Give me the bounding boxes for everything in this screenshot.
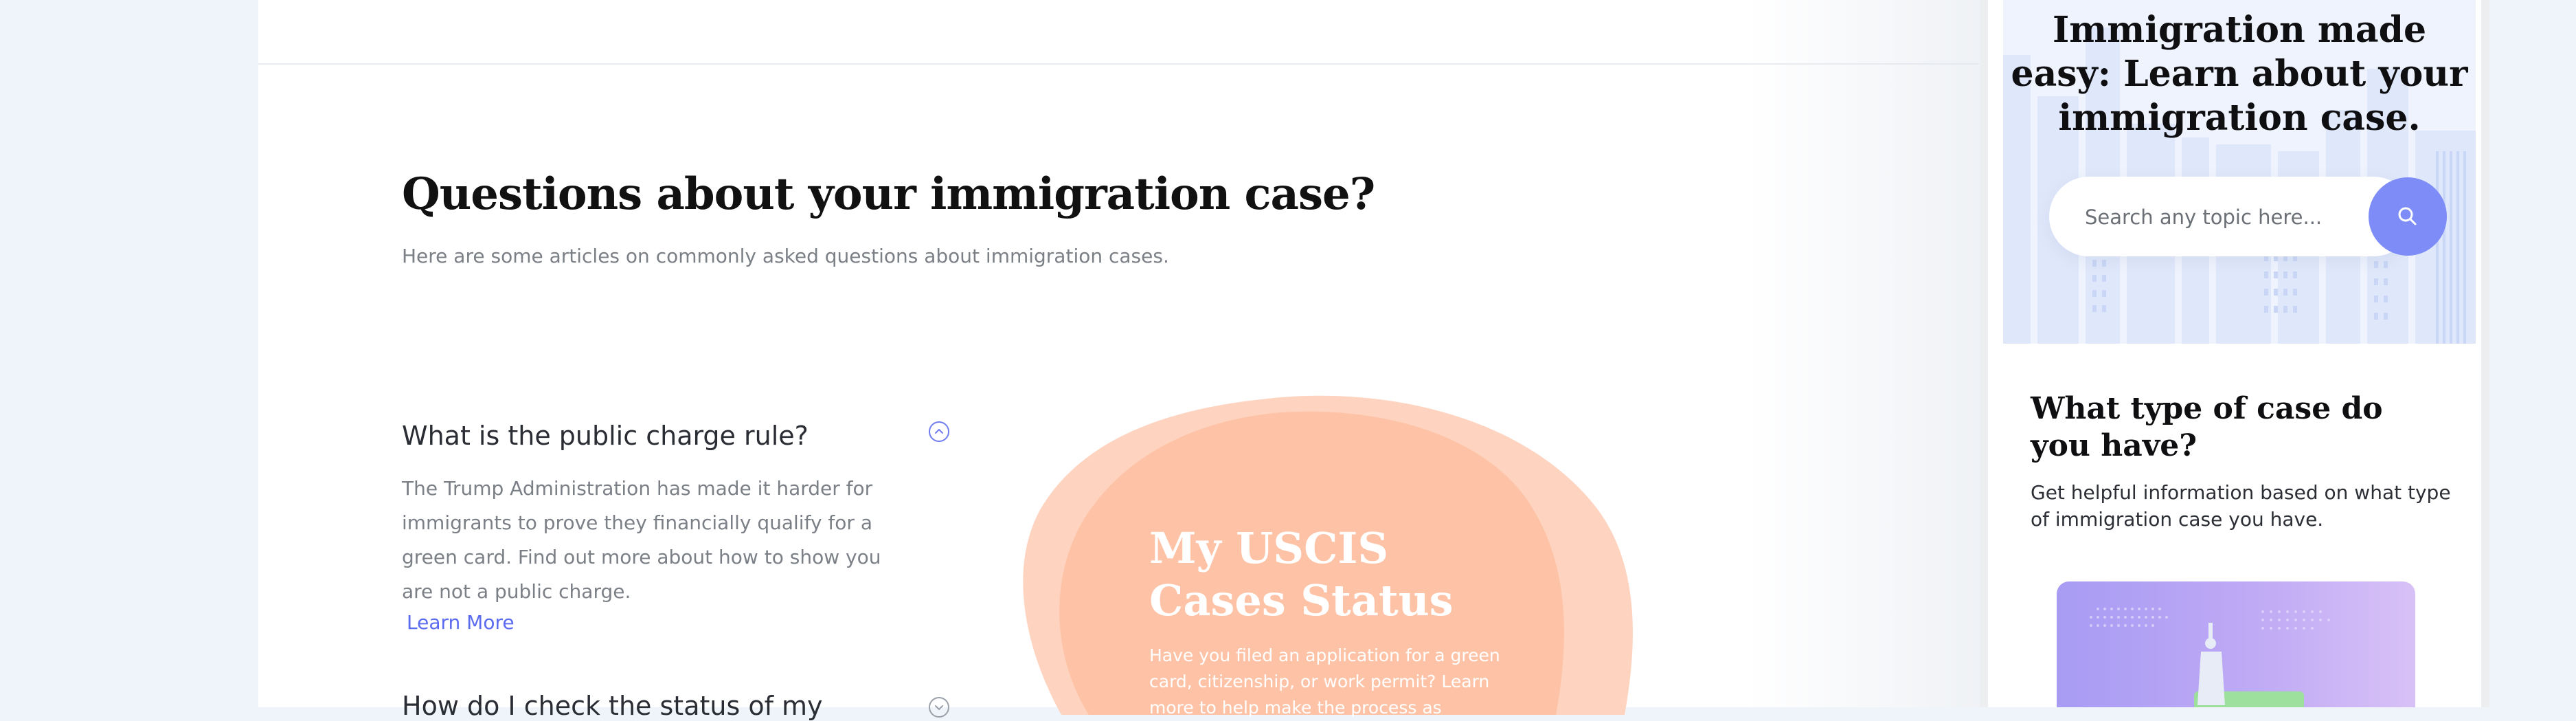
faq-question-title[interactable]: What is the public charge rule?	[402, 421, 809, 451]
faq-question-title[interactable]: How do I check the status of my	[402, 691, 823, 721]
hero-title: Immigration made easy: Learn about your …	[2011, 9, 2468, 139]
chevron-down-icon	[935, 705, 943, 710]
search-icon	[2398, 207, 2417, 225]
case-type-card[interactable]	[2057, 581, 2415, 707]
mobile-preview: Immigration made easy: Learn about your …	[1980, 0, 2489, 707]
case-type-subtitle: Get helpful information based on what ty…	[2031, 481, 2451, 531]
faq-answer: The Trump Administration has made it har…	[402, 477, 881, 603]
status-card-title[interactable]: My USCIS Cases Status	[1149, 522, 1534, 627]
hero-section: Immigration made easy: Learn about your …	[2003, 0, 2476, 344]
panel-shadow	[1745, 0, 1979, 707]
statue-of-liberty-icon	[2197, 623, 2225, 705]
learn-more-link[interactable]: Learn More	[407, 611, 515, 634]
status-card-body: Have you filed an application for a gree…	[1149, 645, 1500, 718]
case-type-title: What type of case do you have?	[2031, 391, 2383, 463]
expand-toggle[interactable]	[929, 697, 949, 718]
collapse-toggle[interactable]	[929, 421, 949, 442]
chevron-up-icon	[935, 429, 943, 434]
search-input[interactable]	[2083, 201, 2347, 234]
search-box	[2049, 177, 2413, 256]
search-button[interactable]	[2369, 177, 2447, 256]
top-bar	[258, 0, 1979, 65]
faq-subtitle: Here are some articles on commonly asked…	[402, 245, 1169, 267]
faq-title: Questions about your immigration case?	[402, 168, 1375, 220]
